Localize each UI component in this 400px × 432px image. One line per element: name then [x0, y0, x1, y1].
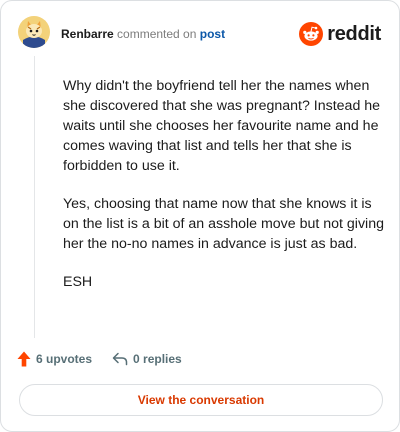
- comment-actions: 6 upvotes 0 replies: [17, 349, 182, 369]
- thread-line: [34, 56, 35, 338]
- cat-avatar-icon: [18, 16, 50, 48]
- reddit-snoo-icon: [299, 22, 324, 46]
- reddit-logo[interactable]: reddit: [299, 22, 381, 46]
- view-conversation-button[interactable]: View the conversation: [19, 384, 383, 416]
- comment-header: Renbarre commented on post: [61, 26, 225, 42]
- upvote-count: 6 upvotes: [36, 352, 93, 366]
- reddit-wordmark: reddit: [327, 22, 381, 45]
- post-link[interactable]: post: [200, 27, 225, 41]
- comment-paragraph: ESH: [63, 274, 93, 290]
- comment-paragraph: Why didn't the boyfriend tell her the na…: [63, 78, 381, 174]
- upvote-button[interactable]: 6 upvotes: [17, 351, 92, 367]
- upvote-arrow-icon: [17, 351, 31, 367]
- comment-paragraph: Yes, choosing that name now that she kno…: [63, 196, 384, 252]
- username-link[interactable]: Renbarre: [61, 27, 114, 41]
- reply-arrow-icon: [112, 352, 128, 366]
- comment-card: Renbarre commented on post reddit Why di…: [0, 0, 400, 432]
- action-text: commented on: [117, 27, 197, 41]
- reply-button[interactable]: 0 replies: [112, 352, 182, 366]
- comment-body: Why didn't the boyfriend tell her the na…: [63, 76, 389, 310]
- user-avatar[interactable]: [18, 16, 50, 48]
- reply-count: 0 replies: [133, 352, 182, 366]
